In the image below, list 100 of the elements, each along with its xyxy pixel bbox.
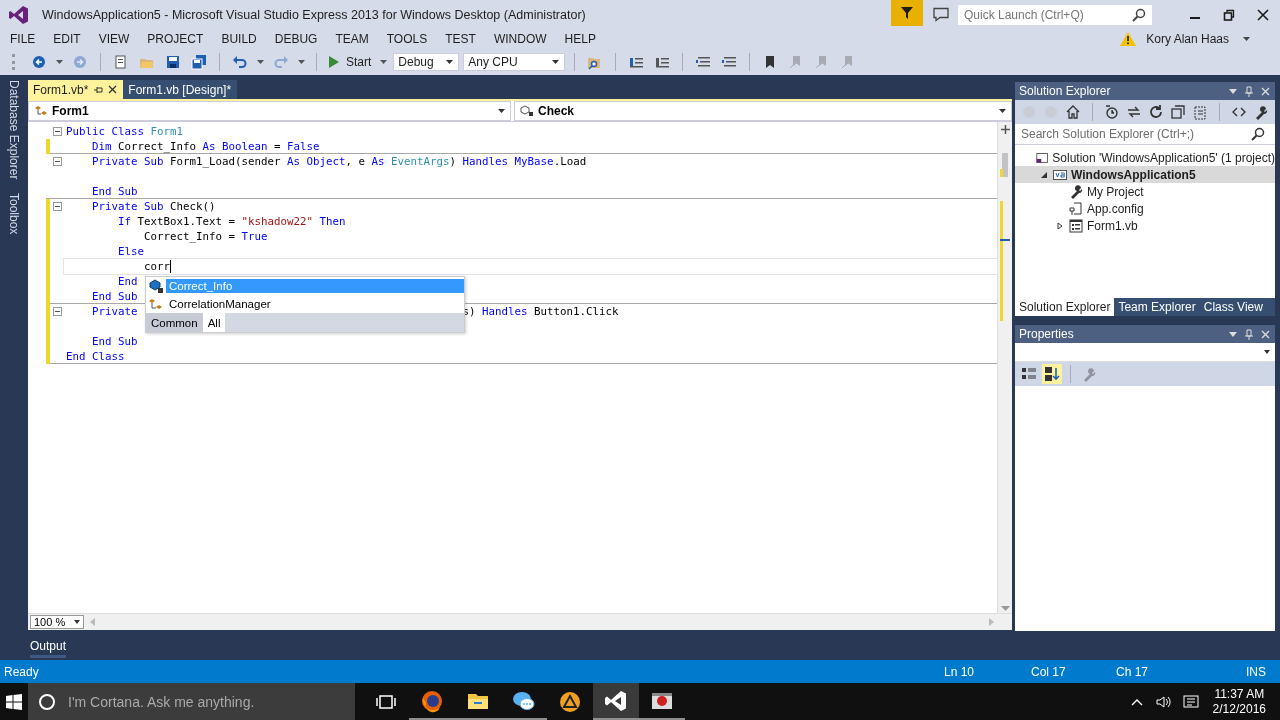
side-panel-tab[interactable]: Database Explorer (7, 80, 21, 180)
code-line: Dim Correct_Info As Boolean = False (91, 139, 320, 153)
expanded-arrow-icon[interactable] (1040, 170, 1048, 179)
caret-icon (74, 620, 80, 624)
menu-item[interactable]: TEAM (328, 32, 376, 46)
member-dropdown[interactable]: Check (514, 101, 1012, 121)
completion-item[interactable]: CorrelationManager (146, 295, 464, 313)
start-button[interactable]: Start (326, 54, 375, 69)
user-name[interactable]: Kory Alan Haas (1146, 32, 1229, 46)
clock-time[interactable]: 11:37 AM (1214, 686, 1265, 702)
menu-item[interactable]: VIEW (91, 32, 137, 46)
chevron-up-icon[interactable] (1130, 697, 1143, 706)
new-project-icon[interactable] (113, 53, 129, 70)
collapse-icon[interactable] (53, 157, 62, 166)
menu-item[interactable]: FILE (3, 32, 43, 46)
scroll-thumb[interactable] (1002, 153, 1008, 177)
taskbar-button[interactable] (593, 683, 639, 720)
configuration-dropdown[interactable]: Debug (393, 52, 460, 71)
pin-icon[interactable] (1244, 85, 1254, 97)
start-button-icon[interactable] (6, 693, 22, 710)
caret-icon[interactable] (257, 59, 264, 64)
field-icon (148, 279, 164, 293)
menu-item[interactable]: PROJECT (140, 32, 211, 46)
warning-icon[interactable] (1120, 32, 1137, 46)
form-icon (1068, 217, 1084, 234)
restore-icon[interactable] (1223, 9, 1235, 21)
save-all-icon[interactable] (191, 53, 207, 70)
collapse-icon[interactable] (53, 307, 62, 316)
caret-icon[interactable] (298, 59, 305, 64)
platform-dropdown[interactable]: Any CPU (463, 52, 566, 71)
tree-item[interactable]: WindowsApplication5 (1015, 166, 1275, 183)
output-tab[interactable]: Output (30, 632, 67, 658)
character-number: Ch 17 (1116, 664, 1149, 679)
panel-tab[interactable]: Team Explorer (1114, 298, 1200, 316)
menu-item[interactable]: HELP (557, 32, 603, 46)
quick-launch-field[interactable]: Quick Launch (Ctrl+Q) (958, 5, 1152, 25)
caret-icon[interactable] (1243, 37, 1250, 41)
firefox-icon (420, 688, 444, 713)
panel-tab[interactable]: Class View (1199, 298, 1267, 316)
menu-item[interactable]: DEBUG (267, 32, 325, 46)
code-line: Private Sub Form1_Load(sender As Object, e As EventArgs) Handles MyBase.Load (91, 155, 587, 168)
panel-title: Properties (1019, 327, 1074, 341)
panel-tab[interactable]: Solution Explorer (1015, 298, 1115, 316)
clock-date[interactable]: 2/12/2016 (1212, 701, 1266, 717)
menu-item[interactable]: EDIT (46, 32, 88, 46)
notifications-button[interactable] (891, 0, 923, 26)
notifications-icon[interactable] (1182, 693, 1199, 710)
type-dropdown[interactable]: Form1 (28, 101, 511, 121)
menu-item[interactable]: TEST (438, 32, 483, 46)
collapse-icon[interactable] (53, 202, 62, 211)
pin-icon[interactable] (93, 84, 104, 95)
history-icon[interactable] (1104, 104, 1120, 120)
code-line: Private Sub Check() (91, 200, 216, 213)
close-icon[interactable] (108, 85, 118, 94)
collapse-all-icon[interactable] (1170, 104, 1186, 120)
pin-icon[interactable] (1244, 328, 1254, 340)
document-tab[interactable]: Form1.vb [Design]* (123, 80, 238, 99)
search-field[interactable]: Search Solution Explorer (Ctrl+;) (1015, 124, 1275, 145)
caret-icon (1264, 350, 1270, 354)
refresh-icon[interactable] (1148, 104, 1164, 120)
visual-studio-icon (604, 688, 628, 713)
menu-item[interactable]: BUILD (214, 32, 264, 46)
menu-item[interactable]: WINDOW (486, 32, 554, 46)
alphabetical-button[interactable] (1042, 364, 1062, 384)
collapse-icon[interactable] (53, 127, 62, 136)
search-field[interactable]: I'm Cortana. Ask me anything. (28, 683, 355, 720)
completion-tab[interactable]: Common (146, 313, 203, 332)
close-icon[interactable] (1257, 9, 1269, 21)
feedback-icon[interactable] (932, 7, 950, 23)
menu-item[interactable]: TOOLS (379, 32, 435, 46)
sync-icon[interactable] (1126, 104, 1142, 120)
split-icon[interactable] (999, 124, 1011, 135)
code-line: End Sub (91, 335, 138, 348)
document-tab[interactable]: Form1.vb* (28, 80, 124, 99)
code-line: End Sub (91, 184, 138, 198)
code-line: End Class (66, 349, 125, 363)
tree-item[interactable]: Form1.vb (1015, 217, 1275, 234)
tree-item[interactable]: App.config (1015, 200, 1275, 217)
change-marker (46, 138, 50, 154)
home-icon[interactable] (1065, 104, 1081, 120)
caret-icon[interactable] (1229, 331, 1237, 337)
caret-icon[interactable] (1229, 88, 1237, 94)
collapsed-arrow-icon[interactable] (1056, 221, 1064, 230)
completion-tab[interactable]: All (202, 313, 226, 332)
back-icon[interactable] (31, 53, 47, 70)
save-icon[interactable] (165, 53, 181, 70)
tree-item[interactable]: My Project (1015, 183, 1275, 200)
search-field[interactable]: I'm Cortana. Ask me anything. (66, 692, 355, 711)
insert-mode: INS (1246, 664, 1266, 679)
caret-icon (446, 59, 454, 64)
tree-item[interactable]: Solution 'WindowsApplication5' (1 project) (1015, 149, 1275, 166)
play-icon (329, 55, 339, 68)
zoom-dropdown[interactable]: 100 % (30, 615, 84, 629)
side-panel-tab[interactable]: Toolbox (7, 193, 21, 235)
speaker-icon[interactable] (1154, 693, 1171, 710)
vertical-scrollbar[interactable] (997, 122, 1012, 613)
code-line: If TextBox1.Text = "kshadow22" Then (117, 215, 346, 228)
caret-icon[interactable] (56, 59, 63, 64)
show-all-files-icon[interactable] (1192, 104, 1208, 120)
caret-icon[interactable] (380, 59, 388, 64)
